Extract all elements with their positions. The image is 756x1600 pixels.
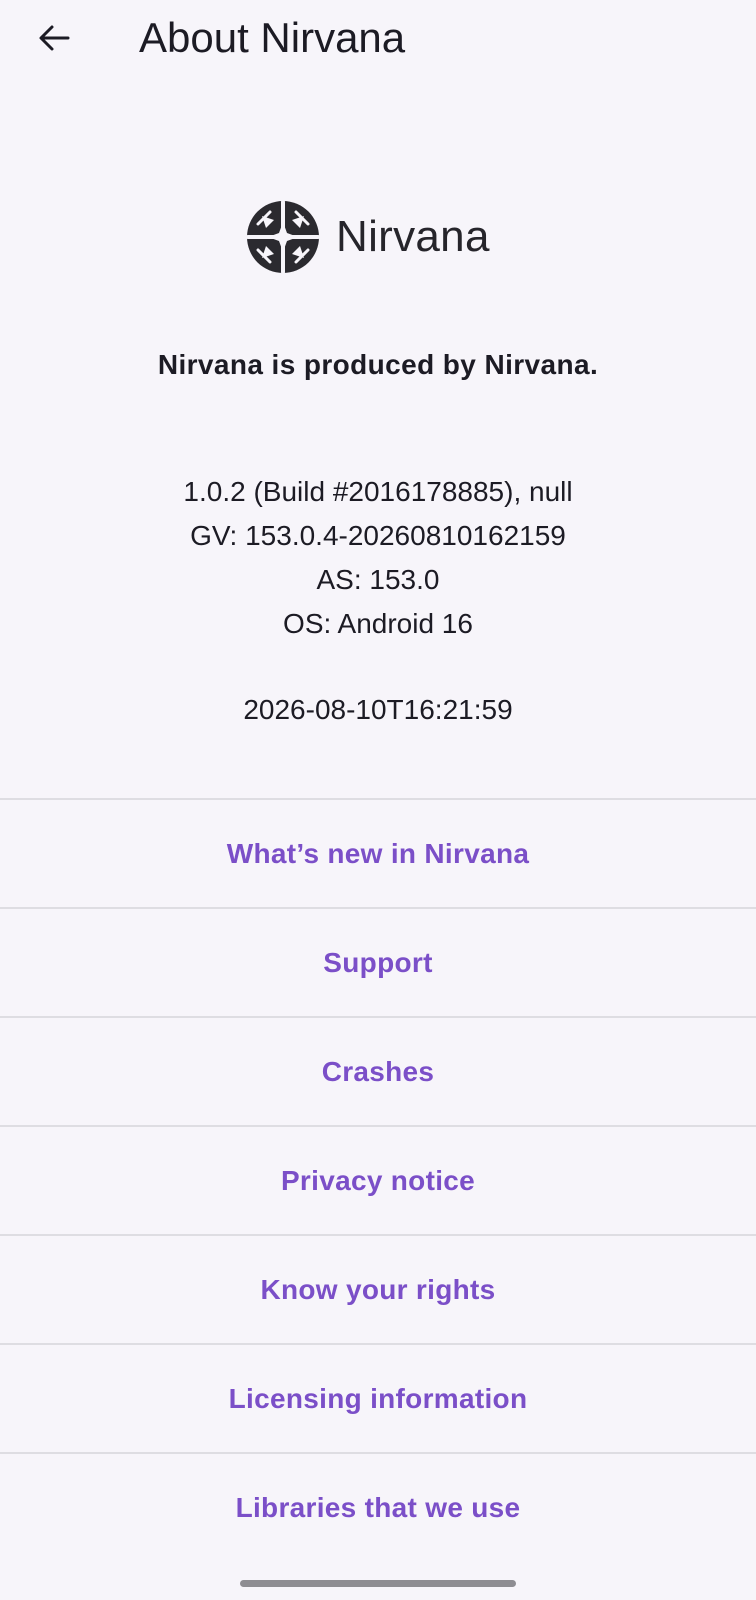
gecko-version: GV: 153.0.4-20260810162159 xyxy=(190,520,566,551)
build-version: 1.0.2 (Build #2016178885), null xyxy=(183,476,573,507)
whats-new-link[interactable]: What’s new in Nirvana xyxy=(0,798,756,907)
arrow-left-icon xyxy=(39,25,70,51)
link-label: Libraries that we use xyxy=(235,1491,521,1523)
about-links-list: What’s new in Nirvana Support Crashes Pr… xyxy=(0,798,756,1561)
link-label: Know your rights xyxy=(260,1273,496,1305)
link-label: Crashes xyxy=(321,1055,435,1087)
nirvana-logo: Nirvana xyxy=(246,197,490,277)
libraries-link[interactable]: Libraries that we use xyxy=(0,1452,756,1561)
support-link[interactable]: Support xyxy=(0,907,756,1016)
navigation-gesture-bar[interactable] xyxy=(240,1580,516,1587)
os-version: OS: Android 16 xyxy=(283,608,473,639)
logo-wordmark: Nirvana xyxy=(336,212,490,261)
producer-text: Nirvana is produced by Nirvana. xyxy=(157,349,599,380)
as-version: AS: 153.0 xyxy=(316,564,440,595)
page-title: About Nirvana xyxy=(139,14,406,61)
licensing-information-link[interactable]: Licensing information xyxy=(0,1343,756,1452)
link-label: Licensing information xyxy=(228,1382,528,1414)
version-info: 1.0.2 (Build #2016178885), null GV: 153.… xyxy=(78,470,678,646)
app-bar: About Nirvana xyxy=(0,0,756,80)
know-your-rights-link[interactable]: Know your rights xyxy=(0,1234,756,1343)
link-label: Support xyxy=(323,946,433,978)
link-label: What’s new in Nirvana xyxy=(226,837,530,869)
build-date: 2026-08-10T16:21:59 xyxy=(243,694,513,725)
back-button[interactable] xyxy=(26,10,82,66)
crashes-link[interactable]: Crashes xyxy=(0,1016,756,1125)
privacy-notice-link[interactable]: Privacy notice xyxy=(0,1125,756,1234)
nirvana-logo-icon xyxy=(246,200,320,274)
link-label: Privacy notice xyxy=(280,1164,476,1196)
